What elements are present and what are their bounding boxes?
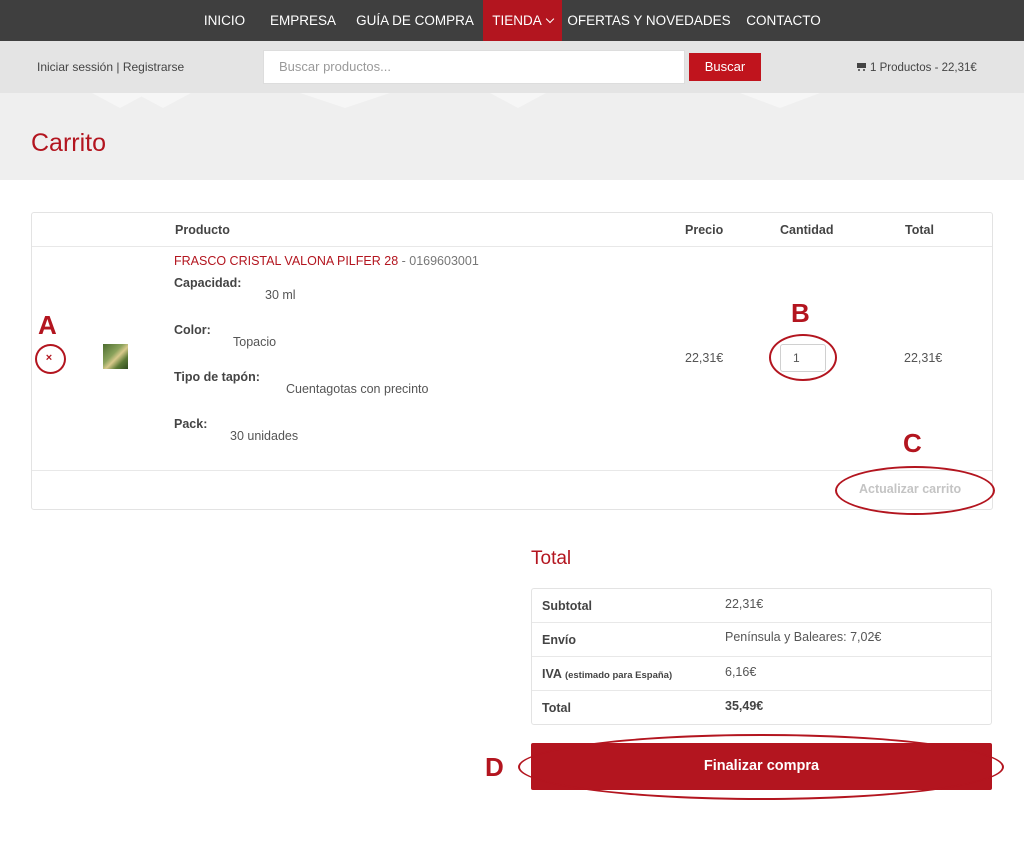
product-thumbnail[interactable] [103,344,128,369]
shipping-value: Península y Baleares: 7,02€ [725,630,882,644]
annotation-circle-d [518,734,1004,800]
cart-icon [856,63,867,71]
annotation-circle-c [835,466,995,515]
column-header-price: Precio [685,223,724,237]
decorative-triangle [300,93,390,108]
decorative-triangle [490,93,546,108]
attribute-value-capacity: 30 ml [265,288,296,302]
vat-label-text: IVA [542,667,562,681]
column-header-total: Total [905,223,934,237]
column-header-product: Producto [175,223,230,237]
decorative-triangle [135,93,191,108]
attribute-label-pack: Pack: [174,417,208,431]
nav-label: TIENDA [492,13,542,28]
annotation-label-b: B [791,298,810,328]
divider [32,470,992,471]
totals-table: Subtotal 22,31€ Envío Península y Balear… [531,588,992,725]
annotation-circle-b [769,334,837,381]
grand-total-label-text: Total [542,701,571,715]
nav-item-inicio[interactable]: INICIO [192,0,257,41]
attribute-label-color: Color: [174,323,211,337]
mini-cart[interactable]: 1 Productos - 22,31€ [856,62,977,74]
attribute-label-cap-type: Tipo de tapón: [174,370,260,384]
nav-label: GUÍA DE COMPRA [356,13,474,28]
product-name: FRASCO CRISTAL VALONA PILFER 28 [174,254,399,268]
vat-note: (estimado para España) [564,670,673,681]
product-sku: - 0169603001 [398,254,479,268]
nav-label: INICIO [203,13,246,28]
nav-item-tienda[interactable]: TIENDA [483,0,562,41]
chevron-down-icon [545,14,554,24]
shipping-label: Envío [542,633,576,647]
link-separator: | [116,60,120,74]
decorative-triangle [740,93,820,108]
divider [532,690,991,691]
nav-item-ofertas[interactable]: OFERTAS Y NOVEDADES [566,0,732,41]
mini-cart-text: 1 Productos - 22,31€ [870,62,977,74]
attribute-label-capacity: Capacidad: [174,276,242,290]
subtotal-label: Subtotal [542,599,592,613]
main-nav: INICIO EMPRESA GUÍA DE COMPRA TIENDA OFE… [0,0,1024,41]
utility-bar: Iniciar sessión | Registrarse Buscar pro… [0,41,1024,93]
nav-label: EMPRESA [269,13,337,28]
vat-value: 6,16€ [725,665,757,679]
subtotal-label-text: Subtotal [542,599,592,613]
attribute-value-color: Topacio [233,335,277,349]
totals-title: Total [531,548,572,569]
column-header-quantity: Cantidad [780,223,834,237]
nav-item-guia-de-compra[interactable]: GUÍA DE COMPRA [350,0,480,41]
subtotal-value: 22,31€ [725,597,764,611]
register-link[interactable]: Registrarse [123,60,184,74]
annotation-label-a: A [38,310,57,340]
annotation-circle-a [35,344,66,374]
nav-item-empresa[interactable]: EMPRESA [262,0,344,41]
nav-label: CONTACTO [746,13,821,28]
attribute-value-pack: 30 unidades [230,429,299,443]
login-link[interactable]: Iniciar sessión [37,60,113,74]
nav-label: OFERTAS Y NOVEDADES [567,13,731,28]
divider [32,246,992,247]
account-links: Iniciar sessión | Registrarse [37,60,184,74]
shipping-label-text: Envío [542,633,577,647]
grand-total-value: 35,49€ [725,699,764,713]
item-price: 22,31€ [685,351,724,365]
nav-item-contacto[interactable]: CONTACTO [738,0,829,41]
grand-total-label: Total [542,701,571,715]
page-title: Carrito [31,129,107,157]
search-input[interactable]: Buscar productos... [263,50,685,84]
search-button[interactable]: Buscar [689,53,761,81]
vat-label: IVA (estimado para España) [542,667,672,681]
divider [532,622,991,623]
attribute-value-cap-type: Cuentagotas con precinto [286,382,429,396]
item-total: 22,31€ [904,351,943,365]
annotation-label-d: D [485,752,504,782]
product-name-link[interactable]: FRASCO CRISTAL VALONA PILFER 28 - 016960… [174,254,479,268]
annotation-label-c: C [903,428,922,458]
page-header: Carrito [0,93,1024,180]
divider [532,656,991,657]
